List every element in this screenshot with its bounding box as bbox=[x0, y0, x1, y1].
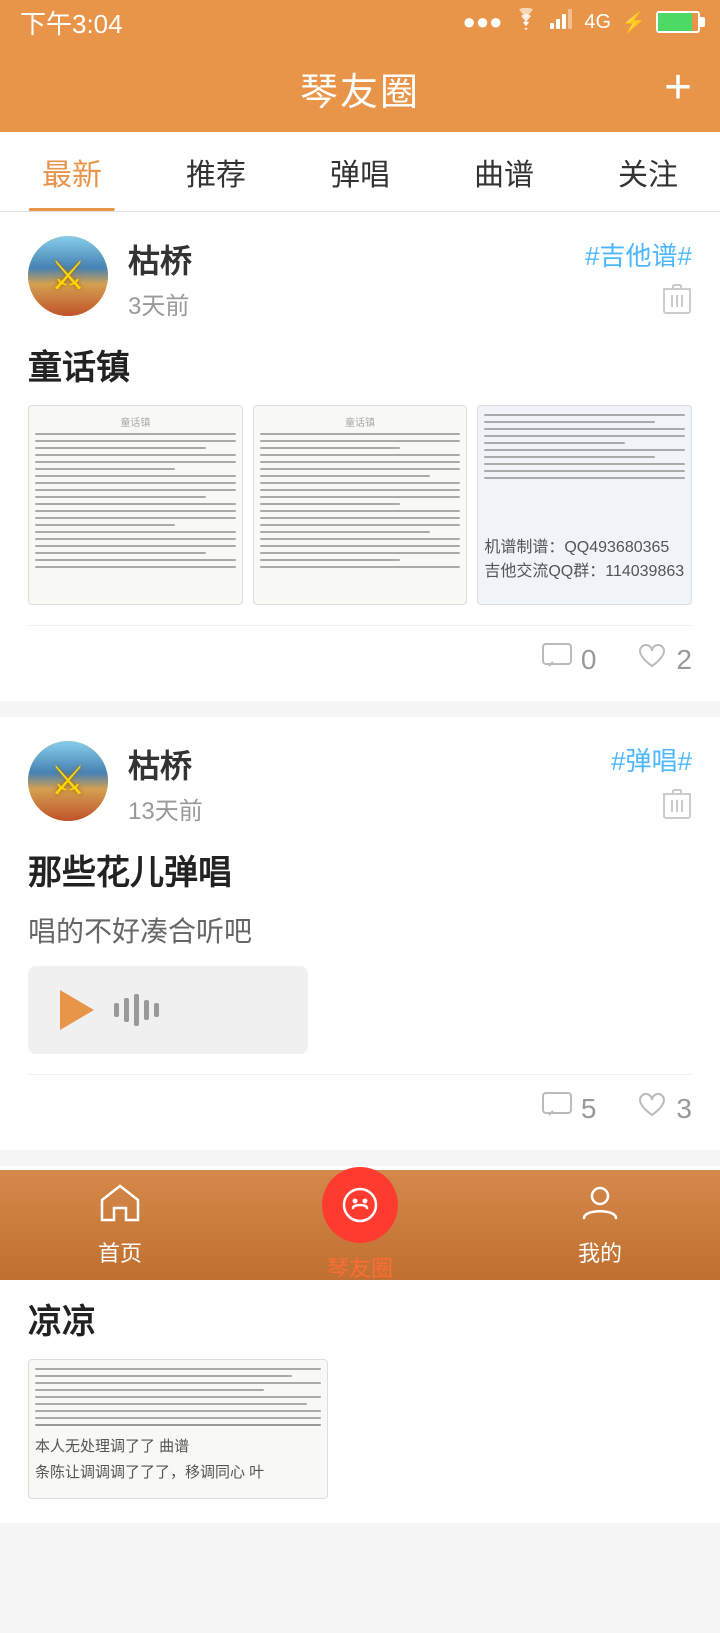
post-title: 凉凉 bbox=[28, 1294, 692, 1343]
post-description: 唱的不好凑合听吧 bbox=[28, 910, 692, 950]
post-header-right: #弹唱# bbox=[611, 741, 692, 829]
post-footer: 5 3 bbox=[28, 1074, 692, 1126]
like-count: 2 bbox=[676, 644, 692, 676]
tab-follow[interactable]: 关注 bbox=[576, 132, 720, 211]
nav-home-label: 首页 bbox=[98, 1236, 142, 1268]
delete-button[interactable] bbox=[662, 281, 692, 324]
delete-button[interactable] bbox=[662, 786, 692, 829]
nav-profile[interactable]: 我的 bbox=[480, 1182, 720, 1268]
wifi-icon bbox=[512, 8, 540, 36]
comment-count: 0 bbox=[581, 644, 597, 676]
sheet-image-3[interactable]: 机谱制谱：QQ493680365 吉他交流QQ群：114039863 bbox=[477, 405, 692, 605]
nav-circle-label: 琴友圈 bbox=[327, 1251, 393, 1283]
sheet-watermark: 机谱制谱：QQ493680365 吉他交流QQ群：114039863 bbox=[484, 536, 685, 584]
home-icon bbox=[98, 1182, 142, 1232]
person-icon bbox=[578, 1182, 622, 1232]
network-type: 4G bbox=[584, 11, 611, 34]
post-meta: 枯桥 3天前 bbox=[128, 236, 585, 321]
content-area: 枯桥 3天前 #吉他谱# bbox=[0, 212, 720, 1633]
post-header-right: #吉他谱# bbox=[585, 236, 692, 324]
avatar[interactable] bbox=[28, 236, 108, 316]
sheet-image-1[interactable]: 童话镇 bbox=[28, 405, 243, 605]
like-icon bbox=[636, 1091, 668, 1126]
status-icons: ●●● 4G ⚡ bbox=[463, 8, 700, 36]
post-footer: 0 2 bbox=[28, 625, 692, 677]
post-card: 枯桥 3天前 #吉他谱# bbox=[0, 212, 720, 701]
tab-latest[interactable]: 最新 bbox=[0, 132, 144, 211]
nav-profile-label: 我的 bbox=[578, 1236, 622, 1268]
tab-bar: 最新 推荐 弹唱 曲谱 关注 bbox=[0, 132, 720, 212]
post-time: 3天前 bbox=[128, 286, 585, 321]
wave-bar bbox=[144, 1000, 149, 1020]
comment-action[interactable]: 0 bbox=[541, 642, 597, 677]
sheet-image-partial[interactable]: 本人无处理调了了 曲谱 条陈让调调调了了了，移调同心 叶 bbox=[28, 1359, 328, 1499]
sheet-image-2[interactable]: 童话镇 bbox=[253, 405, 468, 605]
post-header: 枯桥 13天前 #弹唱# bbox=[28, 741, 692, 829]
post-title: 那些花儿弹唱 bbox=[28, 845, 692, 894]
wave-bar bbox=[154, 1003, 159, 1017]
bottom-spacer bbox=[0, 1523, 720, 1633]
status-time: 下午3:04 bbox=[20, 4, 123, 41]
sound-waves bbox=[114, 994, 159, 1026]
post-title: 童话镇 bbox=[28, 340, 692, 389]
post-username: 枯桥 bbox=[128, 741, 611, 787]
comment-icon bbox=[541, 1091, 573, 1126]
app-header: 琴友圈 + bbox=[0, 44, 720, 132]
comment-count: 5 bbox=[581, 1093, 597, 1125]
post-header: 枯桥 3天前 #吉他谱# bbox=[28, 236, 692, 324]
signal-dots: ●●● bbox=[463, 9, 503, 35]
comment-action[interactable]: 5 bbox=[541, 1091, 597, 1126]
post-time: 13天前 bbox=[128, 791, 611, 826]
post-card: 枯桥 13天前 #弹唱# bbox=[0, 717, 720, 1150]
status-bar: 下午3:04 ●●● 4G ⚡ bbox=[0, 0, 720, 44]
nav-circle-button[interactable] bbox=[322, 1167, 398, 1243]
sheet-images: 童话镇 bbox=[28, 405, 692, 605]
nav-home[interactable]: 首页 bbox=[0, 1182, 240, 1268]
battery-icon bbox=[656, 11, 700, 33]
avatar[interactable] bbox=[28, 741, 108, 821]
charging-icon: ⚡ bbox=[621, 10, 646, 35]
add-button[interactable]: + bbox=[664, 64, 692, 112]
tab-sheet[interactable]: 曲谱 bbox=[432, 132, 576, 211]
post-tag[interactable]: #吉他谱# bbox=[585, 236, 692, 273]
like-action[interactable]: 3 bbox=[636, 1091, 692, 1126]
wave-bar bbox=[114, 1003, 119, 1017]
wave-bar bbox=[134, 994, 139, 1026]
post-meta: 枯桥 13天前 bbox=[128, 741, 611, 826]
comment-icon bbox=[541, 642, 573, 677]
signal-bars bbox=[550, 9, 574, 35]
post-tag[interactable]: #弹唱# bbox=[611, 741, 692, 778]
wave-bar bbox=[124, 998, 129, 1022]
bottom-nav: 首页 琴友圈 我的 bbox=[0, 1170, 720, 1280]
audio-player[interactable] bbox=[28, 966, 308, 1054]
tab-recommend[interactable]: 推荐 bbox=[144, 132, 288, 211]
like-icon bbox=[636, 642, 668, 677]
app-title: 琴友圈 bbox=[300, 61, 420, 116]
nav-circle[interactable]: 琴友圈 bbox=[240, 1167, 480, 1283]
like-count: 3 bbox=[676, 1093, 692, 1125]
post-username: 枯桥 bbox=[128, 236, 585, 282]
tab-play-sing[interactable]: 弹唱 bbox=[288, 132, 432, 211]
play-icon bbox=[60, 990, 94, 1030]
like-action[interactable]: 2 bbox=[636, 642, 692, 677]
